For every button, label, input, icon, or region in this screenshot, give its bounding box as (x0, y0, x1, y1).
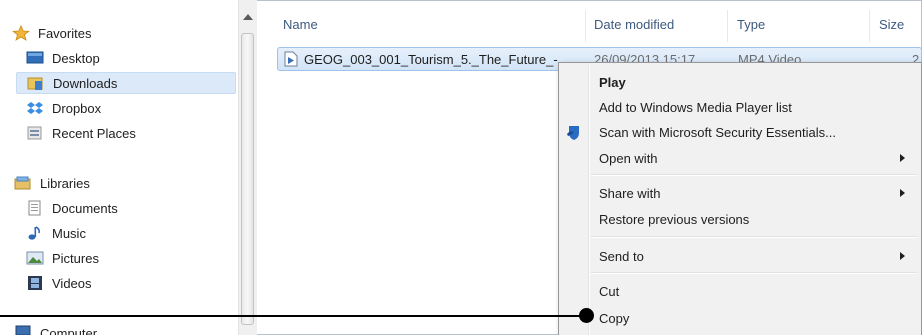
nav-item-label: Recent Places (52, 125, 136, 141)
downloads-folder-icon (27, 75, 45, 91)
nav-item-documents[interactable]: Documents (26, 197, 118, 219)
nav-item-label: Desktop (52, 50, 100, 66)
column-header-size[interactable]: Size (879, 17, 904, 32)
menu-item-send-to[interactable]: Send to (559, 244, 921, 268)
nav-computer-label: Computer (40, 325, 98, 335)
menu-separator (591, 272, 917, 273)
menu-item-play[interactable]: Play (559, 70, 921, 94)
column-divider[interactable] (869, 10, 870, 42)
submenu-arrow-icon (900, 189, 905, 197)
nav-item-pictures[interactable]: Pictures (26, 247, 99, 269)
menu-item-open-with[interactable]: Open with (559, 146, 921, 170)
star-icon (12, 25, 30, 41)
menu-item-label: Cut (599, 283, 620, 299)
scroll-up-arrow-icon[interactable] (243, 14, 253, 20)
menu-item-label: Restore previous versions (599, 211, 750, 227)
file-name[interactable]: GEOG_003_001_Tourism_5._The_Future_-... (304, 52, 568, 67)
nav-scrollbar[interactable] (238, 0, 257, 335)
nav-item-videos[interactable]: Videos (26, 272, 92, 294)
column-header-date[interactable]: Date modified (594, 17, 674, 32)
libraries-icon (14, 175, 32, 191)
music-icon (26, 225, 44, 241)
documents-icon (26, 200, 44, 216)
dropbox-icon (26, 100, 44, 116)
nav-computer[interactable]: Computer (14, 322, 97, 335)
column-divider[interactable] (585, 10, 586, 42)
explorer-window: Favorites Desktop Downloads Dropbox Rece… (0, 0, 922, 335)
videos-icon (26, 275, 44, 291)
security-essentials-icon (566, 123, 582, 141)
menu-item-share-with[interactable]: Share with (559, 181, 921, 205)
navigation-pane: Favorites Desktop Downloads Dropbox Rece… (0, 0, 238, 335)
nav-item-label: Music (52, 225, 86, 241)
nav-item-music[interactable]: Music (26, 222, 86, 244)
menu-item-label: Add to Windows Media Player list (599, 99, 792, 115)
nav-item-downloads[interactable]: Downloads (16, 72, 236, 94)
menu-item-label: Open with (599, 150, 658, 166)
column-header-name[interactable]: Name (283, 17, 318, 32)
column-divider[interactable] (727, 10, 728, 42)
nav-item-label: Videos (52, 275, 92, 291)
callout-dot (579, 308, 594, 323)
nav-libraries-label: Libraries (40, 175, 90, 191)
context-menu: Play Add to Windows Media Player list Sc… (558, 62, 922, 335)
column-header-type[interactable]: Type (737, 17, 765, 32)
nav-favorites[interactable]: Favorites (12, 22, 91, 44)
menu-item-scan-security-essentials[interactable]: Scan with Microsoft Security Essentials.… (559, 120, 921, 144)
menu-item-label: Play (599, 74, 626, 90)
nav-item-label: Dropbox (52, 100, 102, 116)
nav-item-label: Pictures (52, 250, 99, 266)
nav-libraries[interactable]: Libraries (14, 172, 90, 194)
menu-separator (591, 174, 917, 175)
submenu-arrow-icon (900, 252, 905, 260)
nav-item-label: Documents (52, 200, 118, 216)
menu-item-cut[interactable]: Cut (559, 279, 921, 303)
pictures-icon (26, 250, 44, 266)
video-file-icon (284, 51, 298, 67)
nav-item-label: Downloads (53, 75, 118, 91)
nav-favorites-label: Favorites (38, 25, 92, 41)
menu-item-restore-previous-versions[interactable]: Restore previous versions (559, 207, 921, 231)
menu-item-label: Send to (599, 248, 644, 264)
desktop-icon (26, 50, 44, 66)
recent-places-icon (26, 125, 44, 141)
callout-line (0, 315, 584, 317)
menu-item-copy[interactable]: Copy (559, 306, 921, 330)
submenu-arrow-icon (900, 154, 905, 162)
computer-icon (14, 325, 32, 335)
nav-item-recent-places[interactable]: Recent Places (26, 122, 136, 144)
menu-item-label: Share with (599, 185, 661, 201)
menu-separator (591, 236, 917, 237)
nav-item-desktop[interactable]: Desktop (26, 47, 100, 69)
menu-item-label: Copy (599, 310, 630, 326)
menu-item-label: Scan with Microsoft Security Essentials.… (599, 124, 836, 140)
nav-item-dropbox[interactable]: Dropbox (26, 97, 101, 119)
scroll-thumb[interactable] (241, 33, 254, 325)
menu-item-add-to-wmp-list[interactable]: Add to Windows Media Player list (559, 95, 921, 119)
